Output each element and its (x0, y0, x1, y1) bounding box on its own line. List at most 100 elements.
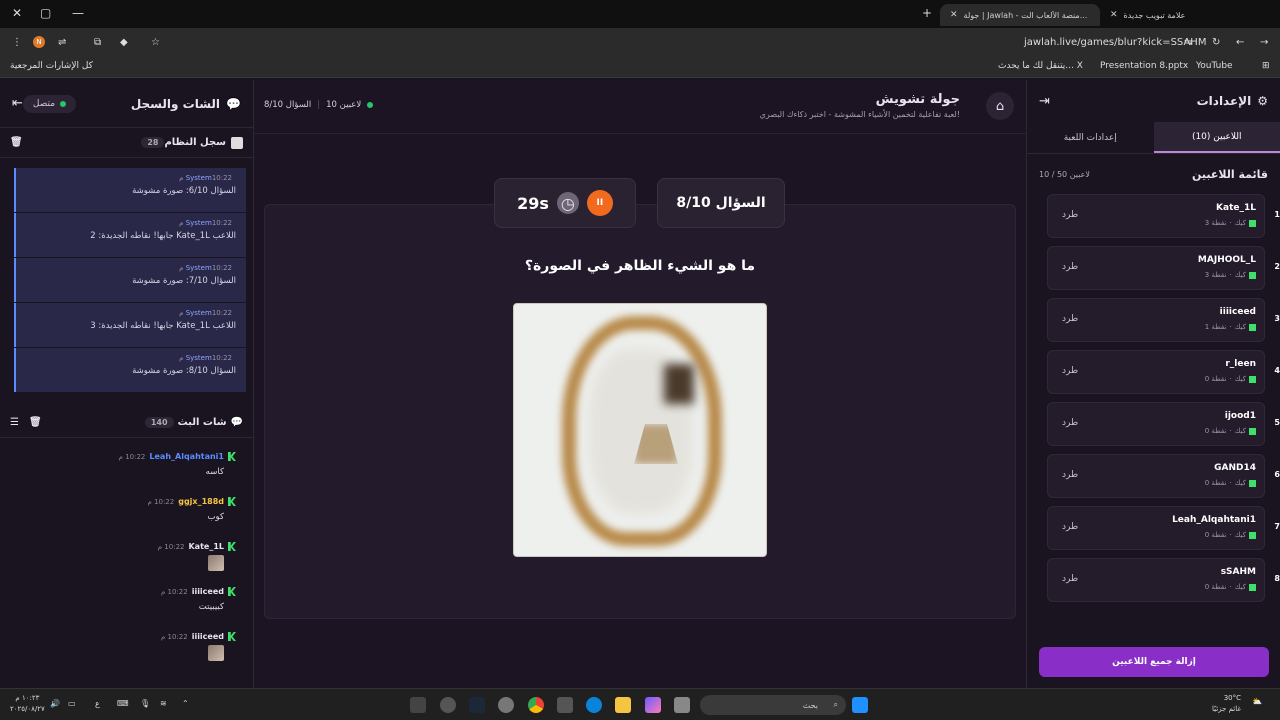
pause-button[interactable]: II (586, 190, 613, 216)
chrome-icon[interactable] (528, 697, 544, 713)
extensions-icon[interactable]: ⇌ (58, 37, 66, 48)
chevron-up-icon[interactable]: ⌃ (182, 699, 189, 708)
chat-message: iiiiceed 10:22 م (0, 632, 236, 677)
steam-icon[interactable] (469, 697, 485, 713)
players-list: 1 Kate_1L 3 نقطة · كيك طرد 2 MAJHOOL_L 3 نقطة · ك… (1047, 194, 1280, 610)
bookmark-youtube[interactable]: YouTube (1196, 61, 1233, 71)
kick-button[interactable]: طرد (1062, 210, 1078, 220)
tab-jawlah[interactable]: ✕ جولة | Jawlah - منصة الألعاب الت... (940, 4, 1100, 26)
weather-temp: 30°C (1223, 694, 1242, 702)
kick-button[interactable]: طرد (1062, 470, 1078, 480)
edge-icon[interactable] (586, 697, 602, 713)
profile-avatar[interactable]: N (33, 36, 45, 48)
timer-value: 29s (517, 193, 549, 213)
stream-chat-header: ☰ 🗑 💬 شات البث 140 (0, 408, 253, 438)
clear-log-icon[interactable]: 🗑 (10, 137, 23, 148)
kick-icon (1249, 375, 1256, 383)
log-message: السؤال 6/10: صورة مشوشة (132, 186, 236, 196)
chat-emote-image (208, 555, 224, 571)
clock-icon: ◷ (556, 192, 579, 214)
star-icon[interactable]: ☆ (151, 37, 160, 48)
menu-icon[interactable]: ⋮ (12, 37, 22, 48)
clock[interactable]: ١٠:٢٣ م ٢٠٢٥/٠٨/٢٧ (10, 693, 45, 715)
system-log-list: System10:22 م السؤال 6/10: صورة مشوشة Sys… (14, 168, 246, 393)
keyboard-icon[interactable]: ⌨ (117, 699, 129, 708)
chat-text: كاسه (205, 467, 224, 477)
reload-icon[interactable]: ↻ (1212, 37, 1220, 48)
kick-button[interactable]: طرد (1062, 522, 1078, 532)
player-rank: 3 (1274, 314, 1280, 323)
apps-grid-icon[interactable]: ⊞ (1262, 61, 1270, 71)
weather-widget[interactable]: 30°C غائم جزئيًا (1212, 693, 1241, 715)
site-settings-icon[interactable]: ⇋ (1184, 37, 1192, 48)
tab-title: علامة تبويب جديدة (1123, 10, 1186, 20)
reflection-shape (664, 364, 694, 404)
taskbar-search[interactable]: بحث ⌕ (700, 695, 846, 715)
player-name: GAND14 (1214, 463, 1256, 473)
kick-button[interactable]: طرد (1062, 418, 1078, 428)
kick-icon (1249, 323, 1256, 331)
bookmark-all[interactable]: كل الإشارات المرجعية (10, 61, 93, 71)
player-name: Leah_Alqahtani1 (1172, 515, 1256, 525)
collapse-right-icon[interactable]: ⇥ (1039, 94, 1050, 109)
chat-time: 10:22 م (157, 542, 185, 551)
app-icon-1[interactable] (410, 697, 426, 713)
copilot-icon[interactable] (645, 697, 661, 713)
maximize-icon[interactable]: ▢ (40, 6, 51, 20)
network-icon[interactable]: ≋ (160, 699, 167, 708)
home-icon: ⌂ (995, 98, 1005, 114)
tab-game-settings[interactable]: إعدادات اللعبة (1027, 122, 1154, 153)
kick-icon (228, 497, 236, 506)
battery-icon[interactable]: ▭ (68, 699, 76, 708)
search-icon: ⌕ (833, 700, 838, 709)
home-button[interactable]: ⌂ (986, 92, 1014, 120)
bookmark-presentation[interactable]: Presentation 8.pptx (1100, 61, 1188, 71)
kick-icon (228, 632, 236, 641)
calculator-icon[interactable] (557, 697, 573, 713)
kick-button[interactable]: طرد (1062, 262, 1078, 272)
system-log-item: System10:22 م السؤال 8/10: صورة مشوشة (14, 348, 246, 392)
kick-button[interactable]: طرد (1062, 366, 1078, 376)
diamond-icon[interactable]: ◆ (120, 37, 128, 48)
bookmark-x[interactable]: يتنقل لك ما يحدث... X (998, 61, 1083, 71)
chat-log-panel: ⇤ متصل الشات والسجل 💬 🗑 سجل النظام 28 Sy… (0, 80, 254, 688)
back-icon[interactable]: → (1260, 37, 1268, 48)
player-name: Kate_1L (1216, 203, 1256, 213)
volume-icon[interactable]: 🔊 (50, 699, 60, 708)
task-view-icon[interactable] (674, 697, 690, 713)
file-explorer-icon[interactable] (615, 697, 631, 713)
chat-time: 10:22 م (160, 632, 188, 641)
collapse-left-icon[interactable]: ⇤ (12, 96, 23, 111)
language-icon[interactable]: ع (95, 699, 100, 708)
tabs-icon[interactable]: ⧉ (94, 37, 101, 48)
filter-icon[interactable]: ☰ (10, 417, 19, 428)
tab-new[interactable]: ✕ علامة تبويب جديدة (1100, 4, 1250, 26)
new-tab-icon[interactable]: + (922, 6, 932, 20)
obs-icon[interactable] (440, 697, 456, 713)
kick-button[interactable]: طرد (1062, 314, 1078, 324)
settings-app-icon[interactable] (498, 697, 514, 713)
mic-icon[interactable]: 🎙 (140, 699, 150, 708)
kick-button[interactable]: طرد (1062, 574, 1078, 584)
start-icon[interactable] (852, 697, 868, 713)
url-text[interactable]: jawlah.live/games/blur?kick=SSAHM (1024, 37, 1206, 48)
chat-emote-image (208, 645, 224, 661)
weather-desc: غائم جزئيًا (1212, 705, 1242, 713)
timer-box: 29s ◷ II (494, 178, 636, 228)
close-window-icon[interactable]: ✕ (12, 6, 22, 20)
player-rank: 1 (1274, 210, 1280, 219)
player-name: MAJHOOL_L (1197, 255, 1256, 265)
log-sender: System (185, 219, 212, 227)
chat-bubble-icon: 💬 (230, 417, 243, 428)
forward-icon[interactable]: ← (1236, 37, 1244, 48)
tab-players[interactable]: اللاعبين (10) (1153, 122, 1280, 153)
minimize-icon[interactable]: — (72, 6, 84, 20)
tab-close-icon[interactable]: ✕ (950, 10, 958, 20)
clear-chat-icon[interactable]: 🗑 (29, 417, 42, 428)
player-platform: كيك (1234, 427, 1246, 435)
status-label: متصل (32, 98, 56, 109)
tab-close-icon[interactable]: ✕ (1110, 10, 1118, 20)
search-label: بحث (802, 700, 818, 710)
question-progress: السؤال 8/10 (264, 100, 312, 110)
remove-all-players-button[interactable]: إزالة جميع اللاعبين (1039, 647, 1269, 677)
